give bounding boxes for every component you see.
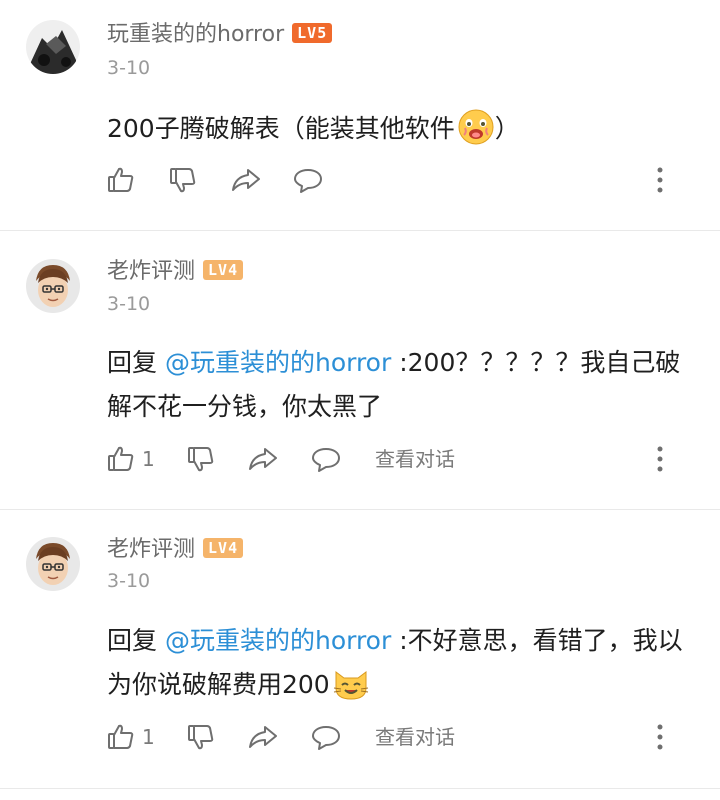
drooling-face-emoji [457,108,495,146]
comment-actions [0,160,720,200]
view-conversation-link[interactable]: 查看对话 [375,439,455,479]
reply-button[interactable] [310,717,342,757]
comment-bubble-icon [312,448,340,472]
more-button[interactable] [650,443,670,475]
reply-prefix: 回复 [107,626,158,655]
comment-2: 老炸评测 LV4 3-10 回复 @玩重装的的horror :200？？？？？我自… [0,231,720,509]
thumbs-up-icon [108,446,134,471]
dislike-button[interactable] [186,717,216,757]
more-button[interactable] [650,164,670,196]
share-button[interactable] [230,160,262,200]
thumbs-down-icon [170,168,196,193]
username-text: 老炸评测 [107,537,196,562]
reply-button[interactable] [292,160,324,200]
more-vertical-icon [657,724,663,750]
level-badge: LV4 [203,538,244,558]
level-badge: LV4 [203,260,244,280]
comment-bubble-icon [312,726,340,750]
username[interactable]: 玩重装的的horror LV5 [107,22,333,48]
level-badge: LV5 [292,23,333,43]
share-icon [249,448,277,470]
username-text: 老炸评测 [107,259,196,284]
comment-text-main: 200子腾破解表（能装其他软件 [107,114,455,143]
comment-actions: 1 查看对话 [0,439,720,479]
thumbs-down-icon [188,447,214,472]
comment-bubble-icon [294,169,322,193]
thumbs-up-icon [108,167,134,192]
comment-date: 3-10 [107,57,151,79]
dislike-button[interactable] [168,160,198,200]
more-vertical-icon [657,167,663,193]
like-button[interactable] [106,160,136,200]
share-icon [232,169,260,191]
mention-link[interactable]: @玩重装的的horror [165,348,391,377]
dislike-button[interactable] [186,439,216,479]
avatar[interactable] [26,20,80,74]
comment-3: 老炸评测 LV4 3-10 回复 @玩重装的的horror :不好意思，看错了，我… [0,510,720,788]
divider [0,788,720,789]
thumbs-down-icon [188,725,214,750]
comment-text-tail: ） [494,114,520,143]
comment-1: 玩重装的的horror LV5 3-10 200子腾破解表（能装其他软件 ） [0,0,720,222]
avatar[interactable] [26,537,80,591]
reply-button[interactable] [310,439,342,479]
share-button[interactable] [247,439,279,479]
comment-text: 200子腾破解表（能装其他软件 ） [107,107,707,151]
like-button[interactable]: 1 [106,717,155,757]
view-conversation-link[interactable]: 查看对话 [375,717,455,757]
username[interactable]: 老炸评测 LV4 [107,537,244,563]
comment-actions: 1 查看对话 [0,717,720,757]
comment-date: 3-10 [107,293,151,315]
mention-link[interactable]: @玩重装的的horror [165,626,391,655]
like-count: 1 [142,447,155,471]
like-count: 1 [142,725,155,749]
cat-face-emoji [332,664,370,702]
like-button[interactable]: 1 [106,439,155,479]
avatar[interactable] [26,259,80,313]
comment-text: 回复 @玩重装的的horror :不好意思，看错了，我以为你说破解费用200 [107,619,703,707]
thumbs-up-icon [108,724,134,749]
share-button[interactable] [247,717,279,757]
username[interactable]: 老炸评测 LV4 [107,259,244,285]
comment-text: 回复 @玩重装的的horror :200？？？？？我自己破解不花一分钱，你太黑了 [107,341,703,429]
comment-date: 3-10 [107,570,151,592]
reply-prefix: 回复 [107,348,158,377]
more-button[interactable] [650,721,670,753]
share-icon [249,726,277,748]
more-vertical-icon [657,446,663,472]
username-text: 玩重装的的horror [107,22,285,47]
